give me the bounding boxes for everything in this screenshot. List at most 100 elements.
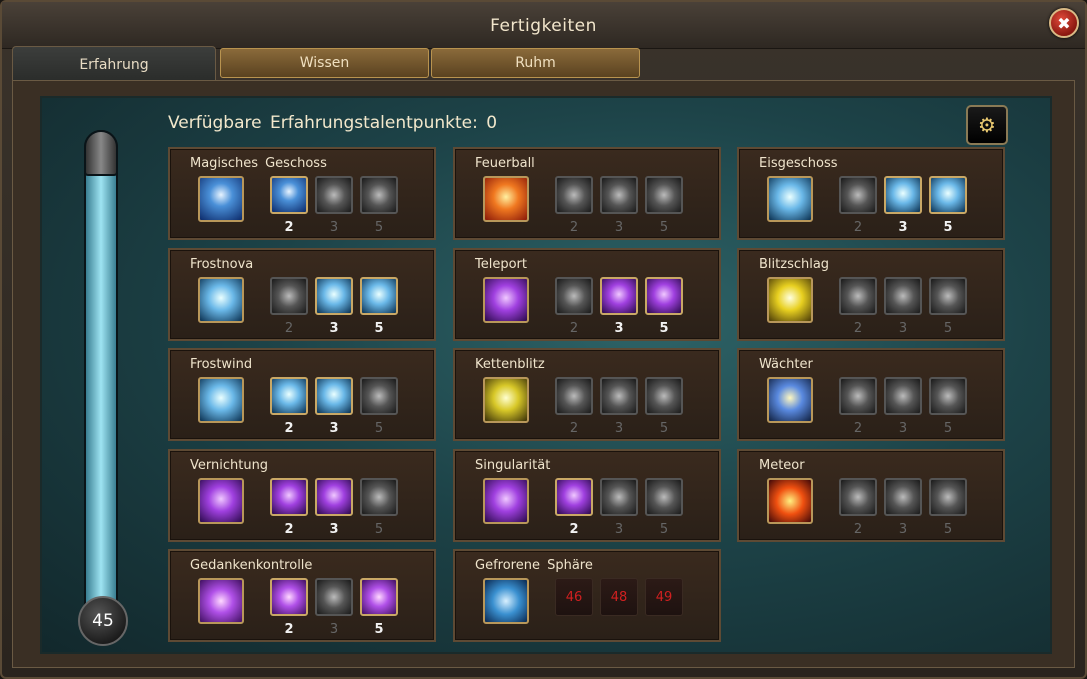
rank-3-fireball-icon[interactable] xyxy=(600,176,638,214)
title-bar[interactable]: Fertigkeiten xyxy=(2,2,1085,49)
rank-3-ice-bolt-icon[interactable] xyxy=(884,176,922,214)
skill-name: Gefrorene Sphäre xyxy=(475,558,593,573)
annihilation-icon[interactable] xyxy=(198,478,244,524)
rank-label: 3 xyxy=(329,622,339,637)
skill-name: Blitzschlag xyxy=(759,257,830,272)
skill-box-mind-control: Gedankenkontrolle 2 3 5 xyxy=(168,549,436,642)
rank-3-frost-wind-icon[interactable] xyxy=(315,377,353,415)
skill-name: Frostwind xyxy=(190,357,253,372)
rank-2-guardian-icon[interactable] xyxy=(839,377,877,415)
rank-3-teleport-icon[interactable] xyxy=(600,277,638,315)
rank-5-meteor-icon[interactable] xyxy=(929,478,967,516)
rank-5-lightning-icon[interactable] xyxy=(929,277,967,315)
rank-2-singularity-icon[interactable] xyxy=(555,478,593,516)
rank-3-annihilation-icon[interactable] xyxy=(315,478,353,516)
teleport-icon[interactable] xyxy=(483,277,529,323)
rank-2-lightning-icon[interactable] xyxy=(839,277,877,315)
rank-3-mind-control-icon[interactable] xyxy=(315,578,353,616)
rank-label: 5 xyxy=(943,321,953,336)
rank-label: 5 xyxy=(943,522,953,537)
rank-2-ice-bolt-icon[interactable] xyxy=(839,176,877,214)
rank-2-magic-missile-icon[interactable] xyxy=(270,176,308,214)
rank-label: 2 xyxy=(853,421,863,436)
rank-label: 2 xyxy=(284,622,294,637)
rank-5-frost-wind-icon[interactable] xyxy=(360,377,398,415)
rank-label: 5 xyxy=(659,522,669,537)
rank-5-mind-control-icon[interactable] xyxy=(360,578,398,616)
rank-label: 2 xyxy=(853,522,863,537)
rank-5-fireball-icon[interactable] xyxy=(645,176,683,214)
rank-2-chain-lightning-icon[interactable] xyxy=(555,377,593,415)
rank-3-guardian-icon[interactable] xyxy=(884,377,922,415)
rank-5-magic-missile-icon[interactable] xyxy=(360,176,398,214)
tab-ruhm[interactable]: Ruhm xyxy=(431,48,640,78)
rank-label: 3 xyxy=(329,421,339,436)
rank-5-ice-bolt-icon[interactable] xyxy=(929,176,967,214)
rank-3-frost-nova-icon[interactable] xyxy=(315,277,353,315)
window-title: Fertigkeiten xyxy=(490,16,597,36)
skill-box-teleport: Teleport 2 3 5 xyxy=(453,248,721,341)
skill-box-singularity: Singularität 2 3 5 xyxy=(453,449,721,542)
skill-box-frost-wind: Frostwind 2 3 5 xyxy=(168,348,436,441)
rank-5-chain-lightning-icon[interactable] xyxy=(645,377,683,415)
rank-2-teleport-icon[interactable] xyxy=(555,277,593,315)
guardian-icon[interactable] xyxy=(767,377,813,423)
rank-3-chain-lightning-icon[interactable] xyxy=(600,377,638,415)
rank-5-singularity-icon[interactable] xyxy=(645,478,683,516)
rank-label: 2 xyxy=(853,321,863,336)
ice-bolt-icon[interactable] xyxy=(767,176,813,222)
magic-missile-icon[interactable] xyxy=(198,176,244,222)
fireball-icon[interactable] xyxy=(483,176,529,222)
rank-label: 5 xyxy=(374,321,384,336)
level-value: 45 xyxy=(92,611,114,631)
rank-5-annihilation-icon[interactable] xyxy=(360,478,398,516)
rank-label: 5 xyxy=(659,321,669,336)
rank-label: 5 xyxy=(943,421,953,436)
experience-bar xyxy=(84,130,118,620)
locked-rank-slot: 49 xyxy=(645,578,683,616)
tab-wissen[interactable]: Wissen xyxy=(220,48,429,78)
rank-2-frost-nova-icon[interactable] xyxy=(270,277,308,315)
locked-rank-slot: 48 xyxy=(600,578,638,616)
rank-label: 5 xyxy=(659,220,669,235)
rank-2-meteor-icon[interactable] xyxy=(839,478,877,516)
skill-box-frozen-sphere: Gefrorene Sphäre 46 48 49 xyxy=(453,549,721,642)
rank-2-frost-wind-icon[interactable] xyxy=(270,377,308,415)
rank-5-guardian-icon[interactable] xyxy=(929,377,967,415)
level-orb: 45 xyxy=(78,596,128,646)
rank-3-meteor-icon[interactable] xyxy=(884,478,922,516)
settings-button[interactable]: ⚙ xyxy=(966,105,1008,145)
close-button[interactable]: ✖ xyxy=(1049,8,1079,38)
frozen-sphere-icon[interactable] xyxy=(483,578,529,624)
skill-name: Meteor xyxy=(759,458,805,473)
rank-label: 2 xyxy=(569,421,579,436)
frost-wind-icon[interactable] xyxy=(198,377,244,423)
rank-label: 2 xyxy=(853,220,863,235)
rank-3-lightning-icon[interactable] xyxy=(884,277,922,315)
meteor-icon[interactable] xyxy=(767,478,813,524)
mind-control-icon[interactable] xyxy=(198,578,244,624)
rank-3-magic-missile-icon[interactable] xyxy=(315,176,353,214)
rank-label: 5 xyxy=(374,622,384,637)
rank-3-singularity-icon[interactable] xyxy=(600,478,638,516)
lightning-icon[interactable] xyxy=(767,277,813,323)
rank-label: 2 xyxy=(569,522,579,537)
rank-label: 2 xyxy=(284,321,294,336)
rank-2-annihilation-icon[interactable] xyxy=(270,478,308,516)
rank-5-frost-nova-icon[interactable] xyxy=(360,277,398,315)
tab-erfahrung[interactable]: Erfahrung xyxy=(12,46,216,82)
skills-window: Fertigkeiten ✖ Erfahrung Wissen Ruhm 45 … xyxy=(0,0,1087,679)
experience-bar-cap xyxy=(84,130,118,176)
skill-name: Vernichtung xyxy=(190,458,269,473)
frost-nova-icon[interactable] xyxy=(198,277,244,323)
rank-label: 3 xyxy=(898,220,908,235)
rank-5-teleport-icon[interactable] xyxy=(645,277,683,315)
skill-name: Teleport xyxy=(475,257,527,272)
skill-box-meteor: Meteor 2 3 5 xyxy=(737,449,1005,542)
singularity-icon[interactable] xyxy=(483,478,529,524)
chain-lightning-icon[interactable] xyxy=(483,377,529,423)
skill-name: Gedankenkontrolle xyxy=(190,558,313,573)
rank-label: 2 xyxy=(569,220,579,235)
rank-2-mind-control-icon[interactable] xyxy=(270,578,308,616)
rank-2-fireball-icon[interactable] xyxy=(555,176,593,214)
